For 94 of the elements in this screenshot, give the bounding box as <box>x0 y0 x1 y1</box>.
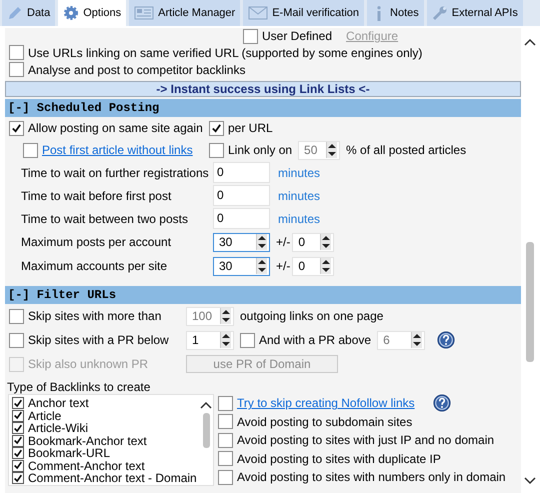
wrench-icon <box>432 5 448 21</box>
checkbox[interactable] <box>12 397 24 410</box>
checkbox[interactable] <box>209 142 224 158</box>
spin-field[interactable]: 0 <box>292 256 334 276</box>
checkbox[interactable] <box>23 142 38 158</box>
list-item-label[interactable]: Comment-Anchor text <box>28 458 145 473</box>
spin-field[interactable]: 1 <box>186 330 234 350</box>
section-header[interactable]: [-] Filter URLs <box>5 286 521 304</box>
tab[interactable]: Article Manager <box>129 0 240 26</box>
checkbox[interactable] <box>218 432 233 448</box>
checkbox[interactable] <box>218 451 233 466</box>
scrollbar-thumb[interactable] <box>202 413 210 448</box>
checkbox-label: User Defined <box>262 29 332 43</box>
input-field[interactable]: 0 <box>213 162 270 183</box>
checkbox[interactable] <box>240 332 255 348</box>
checkbox[interactable] <box>209 120 224 136</box>
checkbox[interactable] <box>218 396 233 411</box>
pencil-icon <box>7 5 23 21</box>
scroll-up-icon[interactable] <box>524 38 536 46</box>
help-icon[interactable] <box>432 394 451 412</box>
checkbox-label: Link only on <box>228 143 292 157</box>
tab[interactable]: E-Mail verification <box>243 0 364 26</box>
checkbox[interactable] <box>12 447 24 460</box>
checkbox[interactable] <box>218 470 233 485</box>
spin-arrows-icon[interactable] <box>320 258 332 274</box>
checkbox-label: per URL <box>228 121 273 135</box>
checkbox[interactable] <box>12 434 24 447</box>
field-label: Time to wait before first post <box>20 188 172 202</box>
gear-icon <box>63 5 80 21</box>
plus-minus-label: +/- <box>276 235 290 249</box>
checkbox-label: Skip sites with a PR below <box>28 333 170 347</box>
scroll-up-icon[interactable] <box>200 401 212 409</box>
field-label: Maximum accounts per site <box>20 259 168 273</box>
checkbox-label: Skip also unknown PR <box>28 357 150 371</box>
unit-label: minutes <box>278 166 320 180</box>
spin-arrows-icon[interactable] <box>256 258 267 274</box>
spin-field[interactable]: 0 <box>292 232 334 252</box>
scroll-down-icon[interactable] <box>524 477 536 485</box>
checkbox[interactable] <box>12 460 24 472</box>
checkbox[interactable] <box>9 332 24 348</box>
checkbox[interactable] <box>12 422 24 434</box>
checkbox-label: Allow posting on same site again <box>28 121 203 135</box>
tab[interactable]: Data <box>2 0 56 26</box>
checkbox[interactable] <box>243 28 258 44</box>
input-field[interactable]: 0 <box>213 208 270 229</box>
spin-arrows-icon[interactable] <box>256 234 267 250</box>
scrollbar-thumb[interactable] <box>526 242 534 362</box>
field-label: Maximum posts per account <box>20 235 172 249</box>
checkbox-label: Skip sites with more than <box>28 309 162 323</box>
checkbox[interactable] <box>9 308 24 324</box>
field-label: Time to wait between two posts <box>20 212 189 226</box>
checkbox[interactable] <box>9 120 24 136</box>
list-item-label[interactable]: Article-Wiki <box>28 421 88 436</box>
checkbox[interactable] <box>9 45 24 60</box>
checkbox[interactable] <box>9 62 24 77</box>
tab[interactable]: External APIs <box>426 0 523 26</box>
checkbox[interactable] <box>218 414 233 430</box>
post-first-link[interactable]: Post first article without links <box>42 143 193 157</box>
list-item-label[interactable]: Comment-Anchor text - Domain <box>28 471 197 486</box>
help-icon[interactable] <box>437 331 456 349</box>
list-item-label[interactable]: Bookmark-URL <box>28 446 110 460</box>
list-item-label[interactable]: Anchor text <box>28 396 89 410</box>
input-field[interactable]: 0 <box>213 185 270 206</box>
backlink-type-list[interactable]: Anchor text Article Article-Wiki Bookmark-Anchor text Bookmark-URL Comment-Anchor text Comment-Anchor text - Domain <box>8 394 214 486</box>
list-item-label[interactable]: Article <box>28 408 62 423</box>
document-icon <box>134 5 154 21</box>
tab[interactable]: Notes <box>367 0 424 26</box>
section-header[interactable]: [-] Scheduled Posting <box>5 99 521 117</box>
plus-minus-label: +/- <box>276 259 290 273</box>
checkbox-label: Use URLs linking on same verified URL (supported by some engines only) <box>28 46 422 60</box>
spin-arrows-icon[interactable] <box>320 234 332 250</box>
spin-field[interactable]: 30 <box>213 232 270 252</box>
info-icon <box>377 6 382 20</box>
checkbox[interactable] <box>12 410 24 422</box>
checkbox-label: Avoid posting to subdomain sites <box>237 414 412 429</box>
spin-arrows-icon[interactable] <box>220 332 231 348</box>
checkbox-label: Avoid posting to sites with just IP and no domain <box>237 433 494 448</box>
nofollow-link[interactable]: Try to skip creating Nofollow links <box>237 396 415 410</box>
list-item-label[interactable]: Bookmark-Anchor text <box>28 434 147 448</box>
field-label: Time to wait on further registrations <box>20 166 210 180</box>
tab[interactable]: Options <box>58 0 126 26</box>
envelope-icon <box>248 5 268 21</box>
checkbox-label: And with a PR above <box>259 333 372 347</box>
outgoing-links-label: outgoing links on one page <box>240 309 384 323</box>
link-lists-banner[interactable]: -> Instant success using Link Lists <- <box>5 81 521 97</box>
unit-label: minutes <box>278 212 320 226</box>
checkbox-label: Avoid posting to sites with numbers only in domain <box>237 470 506 484</box>
unit-label: minutes <box>278 188 320 202</box>
checkbox-label: Avoid posting to sites with duplicate IP <box>237 452 441 466</box>
checkbox[interactable] <box>12 472 24 484</box>
checkbox-label: Analyse and post to competitor backlinks <box>28 62 246 76</box>
spin-field[interactable]: 30 <box>213 256 270 276</box>
percent-label: % of all posted articles <box>346 143 466 157</box>
backlink-types-label: Type of Backlinks to create <box>6 380 152 394</box>
